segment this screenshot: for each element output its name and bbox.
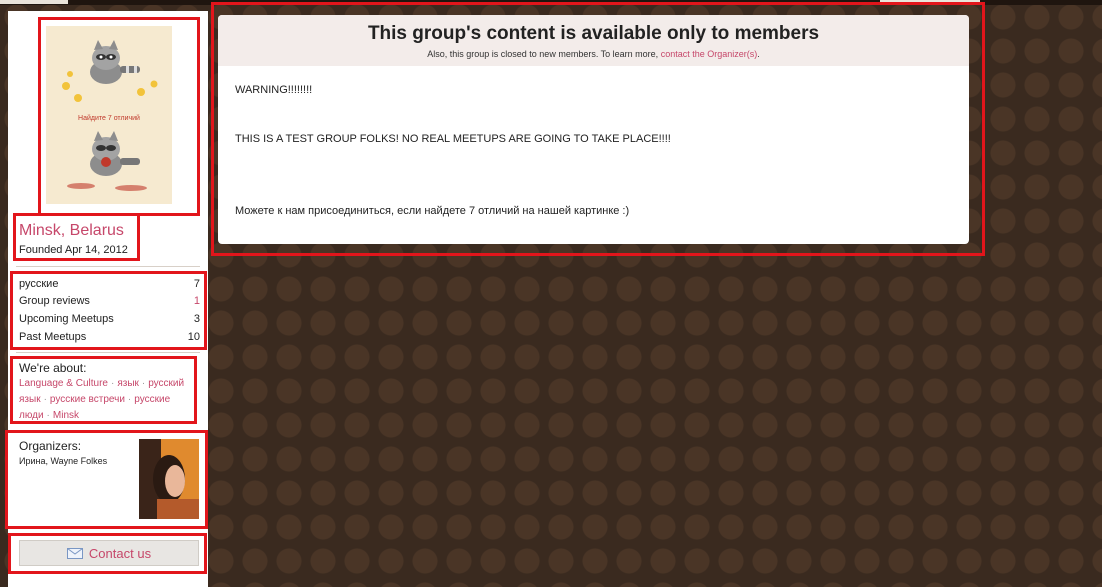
contact-us-button[interactable]: Contact us <box>19 540 199 566</box>
stat-past-meetups[interactable]: Past Meetups 10 <box>19 328 200 346</box>
stat-count: 3 <box>193 313 200 325</box>
envelope-icon <box>66 547 83 559</box>
panel-title: This group's content is available only t… <box>367 23 820 44</box>
tag-link[interactable]: Language & Culture <box>19 378 108 389</box>
stat-count: 1 <box>193 295 200 307</box>
raccoon-illustration: Найдите 7 отличий <box>46 26 172 204</box>
join-invitation: Можете к нам присоединиться, если найдет… <box>235 205 630 217</box>
stat-label: Upcoming Meetups <box>19 313 114 325</box>
about-heading: We're about: <box>19 361 87 375</box>
organizer-avatar[interactable] <box>139 439 199 519</box>
stat-group-reviews[interactable]: Group reviews 1 <box>19 292 200 310</box>
tag-separator: · <box>110 378 115 389</box>
organizers-heading: Organizers: <box>19 439 82 453</box>
tag-separator: · <box>141 378 146 389</box>
stat-label: Past Meetups <box>19 331 87 343</box>
top-tab-left[interactable] <box>0 0 68 4</box>
test-group-notice: THIS IS A TEST GROUP FOLKS! NO REAL MEET… <box>235 133 671 145</box>
stat-members[interactable]: русские 7 <box>19 275 200 293</box>
tag-separator: · <box>43 394 47 405</box>
group-logo[interactable]: Найдите 7 отличий <box>46 26 172 204</box>
founded-date: Founded Apr 14, 2012 <box>19 244 128 256</box>
note-suffix: . <box>757 49 760 59</box>
members-only-panel: This group's content is available only t… <box>218 15 969 244</box>
stat-count: 7 <box>193 278 200 290</box>
stat-label: русские <box>19 278 59 290</box>
organizer-names[interactable]: Ирина, Wayne Folkes <box>19 456 107 466</box>
divider <box>16 352 200 353</box>
stat-label: Group reviews <box>19 295 90 307</box>
note-text: Also, this group is closed to new member… <box>427 49 661 59</box>
topic-tags: Language & Culture · язык · русский язык · рус… <box>19 376 199 424</box>
top-tab-right[interactable] <box>880 0 980 3</box>
closed-group-note: Also, this group is closed to new member… <box>218 49 969 59</box>
contact-label: Contact us <box>88 545 152 561</box>
stat-count: 10 <box>187 331 200 343</box>
tag-link[interactable]: Minsk <box>53 410 79 421</box>
logo-caption: Найдите 7 отличий <box>78 114 140 122</box>
group-city-link[interactable]: Minsk, Belarus <box>19 222 124 240</box>
divider <box>16 266 200 267</box>
stat-upcoming-meetups[interactable]: Upcoming Meetups 3 <box>19 310 200 328</box>
warning-text: WARNING!!!!!!!! <box>235 84 313 96</box>
tag-link[interactable]: язык <box>117 378 139 389</box>
organizer-photo <box>139 439 199 519</box>
tag-separator: · <box>46 410 50 421</box>
contact-organizer-link[interactable]: contact the Organizer(s) <box>661 49 758 59</box>
tag-link[interactable]: русские встречи <box>50 394 125 405</box>
tag-separator: · <box>127 394 132 405</box>
